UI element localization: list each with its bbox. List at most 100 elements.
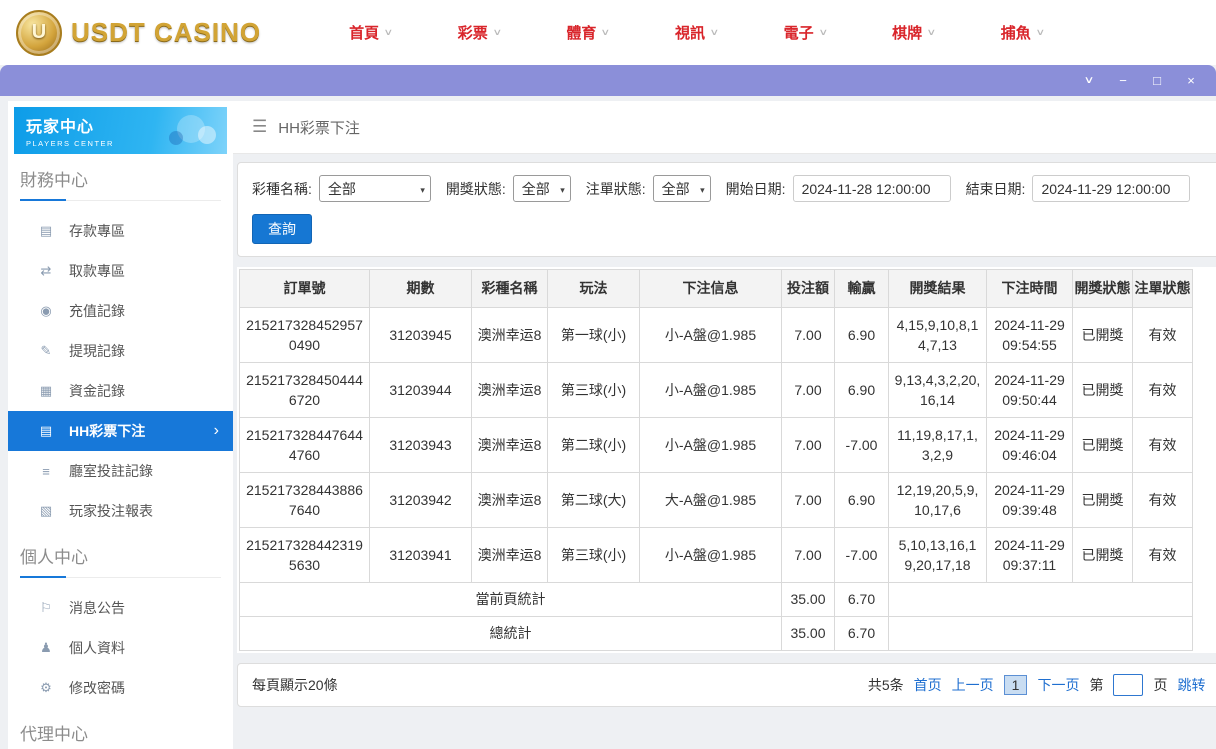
search-button[interactable]: 查詢 [252, 214, 312, 244]
col-header: 彩種名稱 [471, 269, 548, 308]
total-summary-bet: 35.00 [781, 616, 835, 651]
col-header: 期數 [369, 269, 472, 308]
col-header: 開獎結果 [888, 269, 987, 308]
sidebar-item-recharge-record[interactable]: ◉ 充值記錄 [8, 291, 233, 331]
main-nav: 首頁 ∨ 彩票 ∨ 體育 ∨ 視訊 ∨ 電子 ∨ 棋牌 ∨ 捕魚 ∨ [349, 22, 1109, 43]
sidebar-item-funds-record[interactable]: ▦ 資金記錄 [8, 371, 233, 411]
cell: 第二球(大) [547, 472, 640, 528]
cell: 2024-11-29 09:37:11 [986, 527, 1073, 583]
sidebar-item-player-bet-report[interactable]: ▧ 玩家投注報表 [8, 491, 233, 531]
col-header: 開獎狀態 [1072, 269, 1133, 308]
cell: 小-A盤@1.985 [639, 307, 782, 363]
end-date-input[interactable] [1032, 175, 1191, 202]
sidebar-item-announcements[interactable]: ⚐ 消息公告 [8, 588, 233, 628]
cell: 9,13,4,3,2,20,16,14 [888, 362, 987, 418]
nav-item-live[interactable]: 視訊 ∨ [675, 22, 719, 43]
cell: 澳洲幸运8 [471, 417, 548, 473]
nav-item-sports[interactable]: 體育 ∨ [566, 22, 610, 43]
sidebar-item-label: 取款專區 [69, 263, 125, 279]
total-summary-row: 總統計 35.00 6.70 [239, 616, 1193, 651]
nav-item-slots[interactable]: 電子 ∨ [783, 22, 828, 43]
cell: -7.00 [834, 417, 889, 473]
nav-label: 體育 [566, 25, 597, 42]
sidebar-item-withdraw[interactable]: ⇄ 取款專區 [8, 251, 233, 291]
cell: 12,19,20,5,9,10,17,6 [888, 472, 987, 528]
window-collapse-icon[interactable]: ∨ [1076, 75, 1103, 86]
cell: 澳洲幸运8 [471, 472, 548, 528]
page-title: HH彩票下注 [278, 119, 360, 137]
menu-icon[interactable]: ☰ [252, 117, 267, 137]
select-caret-icon: ▾ [560, 185, 565, 195]
page-summary-winloss: 6.70 [834, 582, 889, 617]
cell: 7.00 [781, 307, 835, 363]
sidebar-item-label: 充值記錄 [69, 303, 125, 319]
sidebar-item-room-bet-record[interactable]: ≡ 廳室投註記錄 [8, 451, 233, 491]
sidebar-item-label: 存款專區 [69, 223, 125, 239]
section-title-agent: 代理中心 [20, 720, 221, 749]
lottery-name-select[interactable]: 全部 ▾ [318, 175, 431, 202]
cell: 2152173284529570490 [239, 307, 370, 363]
nav-label: 捕魚 [1000, 25, 1031, 42]
cell: 31203941 [369, 527, 472, 583]
sidebar-item-profile[interactable]: ♟ 個人資料 [8, 628, 233, 668]
current-page[interactable]: 1 [1003, 675, 1028, 695]
cell: 2152173284423195630 [239, 527, 370, 583]
nav-item-home[interactable]: 首頁 ∨ [349, 22, 393, 43]
cell: 7.00 [781, 472, 835, 528]
sidebar-item-label: 修改密碼 [69, 680, 125, 696]
nav-item-lottery[interactable]: 彩票 ∨ [458, 22, 502, 43]
sidebar-item-change-password[interactable]: ⚙ 修改密碼 [8, 668, 233, 708]
profile-icon: ♟ [40, 640, 52, 655]
prev-page-link[interactable]: 上一页 [952, 675, 994, 695]
start-date-input[interactable] [792, 175, 951, 202]
window-close-icon[interactable]: × [1182, 74, 1200, 87]
section-title-finance: 財務中心 [20, 166, 221, 201]
cell: 澳洲幸运8 [471, 362, 548, 418]
player-bet-report-icon: ▧ [39, 503, 53, 518]
order-status-select[interactable]: 全部 ▾ [652, 175, 711, 202]
bets-table-panel: 訂單號 期數 彩種名稱 玩法 下注信息 投注額 輸贏 開獎結果 下注時間 開獎狀… [237, 267, 1216, 653]
jump-prefix: 第 [1089, 677, 1104, 693]
cell: 31203942 [369, 472, 472, 528]
window-maximize-icon[interactable]: □ [1148, 74, 1166, 87]
chevron-down-icon: ∨ [492, 27, 502, 37]
page-jump-input[interactable] [1113, 674, 1144, 696]
sidebar-item-deposit[interactable]: ▤ 存款專區 [8, 211, 233, 251]
cell: 31203945 [369, 307, 472, 363]
draw-status-label: 開獎狀態: [445, 180, 506, 197]
sidebar-item-withdrawal-record[interactable]: ✎ 提現記錄 [8, 331, 233, 371]
table-row: 2152173284438867640 31203942 澳洲幸运8 第二球(大… [239, 472, 1193, 528]
chevron-down-icon: ∨ [1035, 27, 1046, 37]
sidebar-item-label: 資金記錄 [69, 383, 125, 399]
withdrawal-record-icon: ✎ [40, 343, 52, 358]
cell: 第三球(小) [547, 527, 640, 583]
first-page-link[interactable]: 首页 [914, 675, 942, 695]
page-summary-row: 當前頁統計 35.00 6.70 [239, 582, 1193, 617]
window-minimize-icon[interactable]: − [1114, 74, 1132, 87]
gear-icon: ⚙ [40, 680, 52, 695]
players-center-banner: 玩家中心 PLAYERS CENTER [14, 107, 227, 154]
sidebar-item-hh-lottery-bets[interactable]: ▤ HH彩票下注 › [8, 411, 233, 451]
table-row: 2152173284504446720 31203944 澳洲幸运8 第三球(小… [239, 362, 1193, 418]
cell: 已開獎 [1072, 362, 1133, 418]
draw-status-select[interactable]: 全部 ▾ [512, 175, 571, 202]
sidebar-item-label: 消息公告 [69, 600, 125, 616]
cell: 6.90 [834, 307, 889, 363]
sidebar-item-label: 玩家投注報表 [69, 503, 153, 519]
cell: 6.90 [834, 362, 889, 418]
cell: 第三球(小) [547, 362, 640, 418]
nav-item-fishing[interactable]: 捕魚 ∨ [1000, 22, 1046, 43]
jump-button[interactable]: 跳转 [1177, 675, 1205, 695]
cell: 有效 [1132, 362, 1193, 418]
lottery-bets-icon: ▤ [39, 423, 53, 438]
brand[interactable]: U USDT CASINO [16, 9, 261, 56]
cell: 有效 [1132, 307, 1193, 363]
next-page-link[interactable]: 下一页 [1037, 675, 1079, 695]
nav-item-cards[interactable]: 棋牌 ∨ [892, 22, 936, 43]
nav-label: 電子 [783, 25, 814, 42]
finance-menu: ▤ 存款專區 ⇄ 取款專區 ◉ 充值記錄 ✎ 提現記錄 ▦ 資金記錄 ▤ HH彩… [8, 211, 233, 531]
players-center-title: 玩家中心 [26, 119, 95, 136]
cell: 2152173284476444760 [239, 417, 370, 473]
col-header: 訂單號 [239, 269, 370, 308]
cell: 2024-11-29 09:54:55 [986, 307, 1073, 363]
